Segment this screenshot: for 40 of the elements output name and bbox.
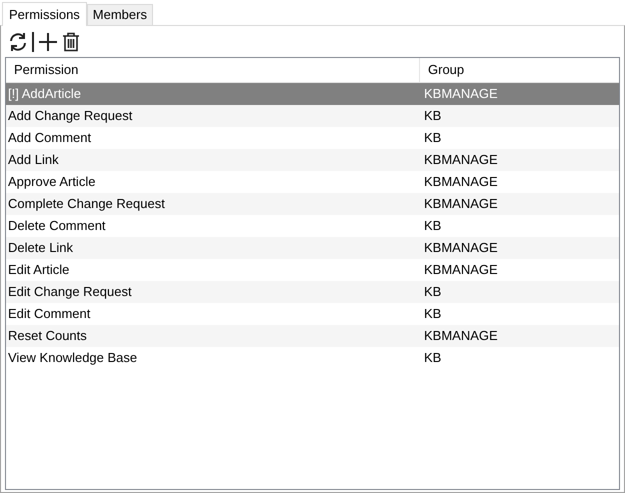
tab[interactable]: Members <box>86 4 153 25</box>
table-cell-text: Reset Counts <box>7 327 88 346</box>
table-cell-text: KB <box>423 107 442 126</box>
table-cell-text: KB <box>423 129 442 148</box>
table-row[interactable]: [!] AddArticle KBMANAGE <box>6 83 619 105</box>
table-cell-text: KBMANAGE <box>423 195 498 214</box>
table-cell-text: Delete Link <box>7 239 74 258</box>
table-cell-text: Add Change Request <box>7 107 134 126</box>
table-cell-text: [!] AddArticle <box>7 85 82 104</box>
table-cell-text: KB <box>423 349 442 368</box>
table-cell-text: KBMANAGE <box>423 327 498 346</box>
table-cell-text: KBMANAGE <box>423 173 498 192</box>
table-cell-text: KBMANAGE <box>423 239 498 258</box>
table-cell-text: Add Comment <box>7 129 92 148</box>
table-cell-text: View Knowledge Base <box>7 349 138 368</box>
table-cell-text: Edit Article <box>7 261 70 280</box>
refresh-icon[interactable] <box>8 32 28 52</box>
table-cell-text: Add Link <box>7 151 60 170</box>
table-cell-text: KB <box>423 305 442 324</box>
table-cell-text: KB <box>423 217 442 236</box>
table-cell-text: Complete Change Request <box>7 195 166 214</box>
table-cell-text: KBMANAGE <box>423 85 498 104</box>
table-row[interactable]: Edit Change Request KB <box>6 281 619 303</box>
tab[interactable]: Permissions <box>2 2 87 26</box>
table-cell-text: Edit Comment <box>7 305 92 324</box>
table-cell-text: Edit Change Request <box>7 283 133 302</box>
table-cell-text: KB <box>423 283 442 302</box>
table-row[interactable]: Delete Link KBMANAGE <box>6 237 619 259</box>
table-row[interactable]: Add Link KBMANAGE <box>6 149 619 171</box>
table-row[interactable]: Add Change Request KB <box>6 105 619 127</box>
table-cell-text: Delete Comment <box>7 217 107 236</box>
delete-icon[interactable] <box>62 32 80 52</box>
table-row[interactable]: Reset Counts KBMANAGE <box>6 325 619 347</box>
add-icon[interactable] <box>38 32 58 52</box>
table-row[interactable]: Complete Change Request KBMANAGE <box>6 193 619 215</box>
column-header[interactable]: Group <box>420 58 619 82</box>
column-header[interactable]: Permission <box>6 58 420 82</box>
table-cell-text: KBMANAGE <box>423 151 498 170</box>
table-cell-text: KBMANAGE <box>423 261 498 280</box>
table-cell-text: Approve Article <box>7 173 96 192</box>
